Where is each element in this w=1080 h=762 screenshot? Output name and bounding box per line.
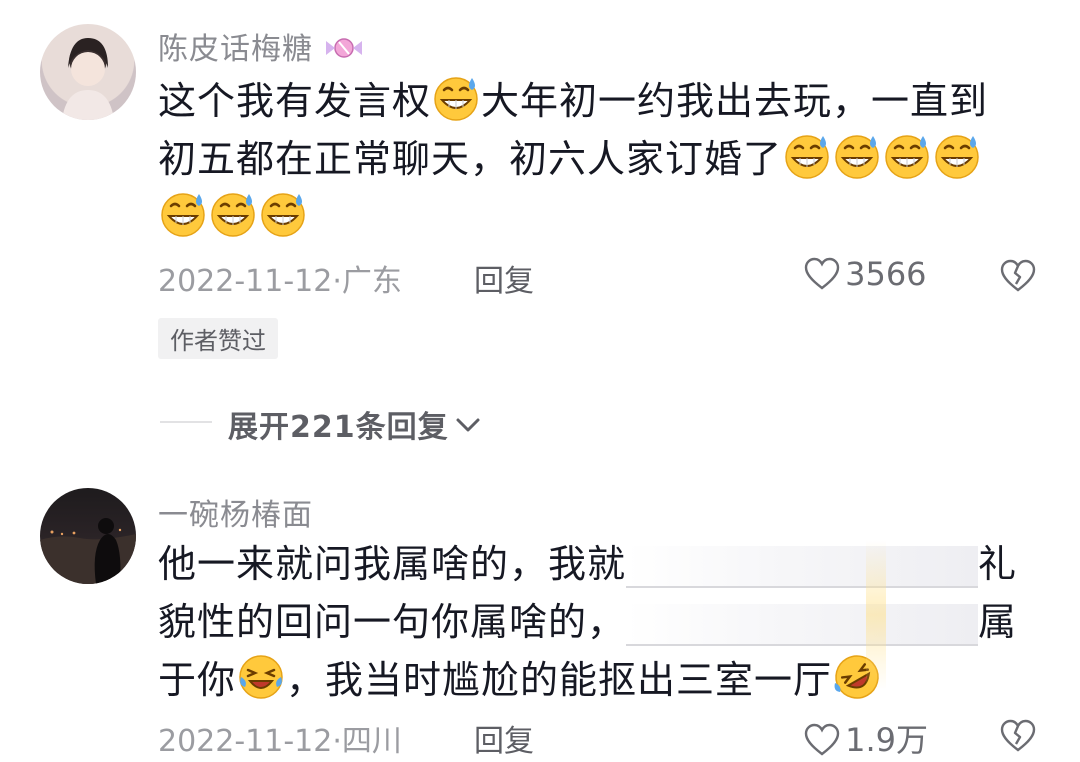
redacted-text bbox=[626, 545, 979, 588]
avatar[interactable] bbox=[40, 488, 136, 584]
broken-heart-icon bbox=[1000, 719, 1036, 752]
comment-date-location: 2022-11-12·四川 bbox=[158, 724, 402, 759]
like-count: 3566 bbox=[845, 255, 927, 293]
like-button[interactable]: 1.9万 bbox=[804, 715, 928, 759]
grinning-sweat-emoji bbox=[833, 132, 881, 180]
like-count: 1.9万 bbox=[845, 721, 928, 759]
expand-replies-label: 展开221条回复 bbox=[228, 410, 449, 445]
candy-icon bbox=[324, 33, 364, 71]
dislike-button[interactable] bbox=[1000, 259, 1036, 297]
author-liked-badge: 作者赞过 bbox=[158, 318, 278, 359]
heart-outline-icon bbox=[804, 257, 840, 290]
reply-button[interactable]: 回复 bbox=[474, 716, 534, 760]
redacted-text bbox=[626, 603, 979, 646]
heart-outline-icon bbox=[804, 723, 840, 756]
grinning-sweat-emoji bbox=[432, 74, 480, 122]
grinning-sweat-emoji bbox=[159, 190, 207, 238]
chevron-down-icon bbox=[456, 418, 480, 432]
comment-date-location: 2022-11-12·广东 bbox=[158, 264, 402, 299]
like-button[interactable]: 3566 bbox=[804, 255, 927, 295]
grinning-sweat-emoji bbox=[783, 132, 831, 180]
reply-button[interactable]: 回复 bbox=[474, 256, 534, 300]
light-glare bbox=[866, 540, 886, 690]
grinning-sweat-emoji bbox=[933, 132, 981, 180]
broken-heart-icon bbox=[1000, 259, 1036, 292]
comment-text: 这个我有发言权 大年初一约我出去玩，一直到 初五都在正常聊天，初六人家订婚了 bbox=[158, 72, 988, 246]
comment-text: 他一来就问我属啥的，我就礼 貌性的回问一句你属啥的，属 于你 ，我当时尴尬的能抠出… bbox=[158, 535, 1017, 709]
comment-username[interactable]: 陈皮话梅糖 bbox=[158, 24, 364, 71]
grinning-sweat-emoji bbox=[883, 132, 931, 180]
comment-username[interactable]: 一碗杨椿面 bbox=[158, 490, 313, 534]
crying-laughing-emoji bbox=[237, 653, 285, 701]
grinning-sweat-emoji bbox=[209, 190, 257, 238]
grinning-sweat-emoji bbox=[259, 190, 307, 238]
expand-divider-line bbox=[160, 421, 212, 423]
avatar[interactable] bbox=[40, 24, 136, 120]
expand-replies-button[interactable]: 展开221条回复 bbox=[228, 402, 482, 446]
dislike-button[interactable] bbox=[1000, 719, 1036, 757]
